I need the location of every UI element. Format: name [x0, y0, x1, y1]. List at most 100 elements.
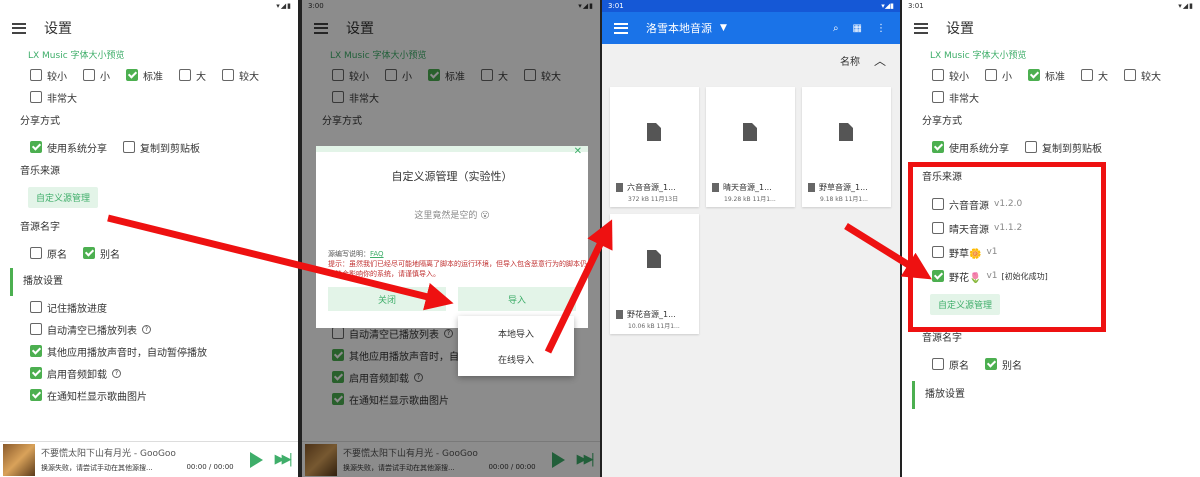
status-time: 3:01: [908, 2, 924, 10]
remember-progress-option[interactable]: 记住播放进度: [30, 296, 107, 318]
menu-icon[interactable]: [614, 22, 628, 34]
file-name: 野草音源_1...: [819, 183, 868, 192]
page-title: 设置: [946, 21, 974, 37]
option-label: 原名: [47, 249, 67, 261]
file-meta: 9.18 kB 11月1...: [820, 196, 868, 203]
help-icon[interactable]: ?: [142, 324, 151, 334]
option-label: 小: [100, 71, 110, 83]
close-icon[interactable]: ✕: [574, 146, 582, 157]
font-size-huge[interactable]: 非常大: [932, 86, 979, 108]
help-icon[interactable]: ?: [112, 368, 121, 378]
name-alias-option[interactable]: 别名: [83, 242, 120, 264]
song-title: 不要慌太阳下山有月光 - GooGoo: [41, 449, 176, 459]
name-original-option[interactable]: 原名: [932, 353, 969, 375]
status-bar: 3:01 ▾◢▮: [602, 0, 900, 12]
name-alias-option[interactable]: 别名: [985, 353, 1022, 375]
settings-screen-1: ▾◢▮ 设置 LX Music 字体大小预览 较小 小 标准 大 较大 非常大 …: [0, 0, 298, 477]
folder-title[interactable]: 洛雪本地音源: [646, 20, 712, 36]
audio-offload-option[interactable]: 启用音频卸载?: [30, 362, 121, 384]
option-label: 较大: [1141, 71, 1161, 83]
font-size-small[interactable]: 小: [985, 64, 1012, 86]
font-size-standard[interactable]: 标准: [126, 64, 163, 86]
custom-source-button[interactable]: 自定义源管理: [28, 187, 99, 208]
menu-item-online-import[interactable]: 在线导入: [458, 346, 574, 372]
checkbox-icon: [179, 69, 191, 81]
option-label: 自动清空已播放列表: [47, 325, 137, 337]
font-size-large[interactable]: 大: [179, 64, 206, 86]
document-icon: [647, 250, 661, 268]
search-icon[interactable]: ⌕: [833, 23, 839, 34]
document-icon: [647, 123, 661, 141]
checkbox-icon: [932, 91, 944, 103]
file-meta: 10.06 kB 11月1...: [628, 323, 680, 330]
font-size-small[interactable]: 小: [83, 64, 110, 86]
close-button[interactable]: 关闭: [328, 287, 446, 311]
checkbox-icon: [985, 69, 997, 81]
checkbox-icon: [123, 141, 135, 153]
checkbox-icon: [30, 247, 42, 259]
status-bar: ▾◢▮: [276, 2, 292, 10]
file-card[interactable]: 野草音源_1... 9.18 kB 11月1...: [802, 87, 891, 207]
font-size-large[interactable]: 大: [1081, 64, 1108, 86]
play-icon[interactable]: [249, 451, 263, 468]
option-label: 较小: [949, 71, 969, 83]
settings-screen-2: 3:00 ▾◢▮ 设置 LX Music 字体大小预览 较小 小 标准 大 较大 …: [302, 0, 600, 477]
menu-icon[interactable]: [914, 22, 928, 34]
pause-on-other-option[interactable]: 其他应用播放声音时，自动暂停播放: [30, 340, 207, 362]
faq-link[interactable]: FAQ: [370, 250, 384, 258]
font-size-smaller[interactable]: 较小: [932, 64, 969, 86]
file-card[interactable]: 晴天音源_1... 19.28 kB 11月1...: [706, 87, 795, 207]
share-clipboard-option[interactable]: 复制到剪贴板: [1025, 136, 1102, 158]
option-label: 其他应用播放声音时，自动暂停播放: [47, 347, 207, 359]
checkbox-checked-icon: [30, 345, 42, 357]
option-label: 复制到剪贴板: [1042, 143, 1102, 155]
menu-icon[interactable]: [12, 22, 26, 34]
file-icon: [616, 310, 623, 319]
menu-item-local-import[interactable]: 本地导入: [458, 320, 574, 346]
share-system-option[interactable]: 使用系统分享: [30, 136, 107, 158]
more-icon[interactable]: ⋮: [876, 23, 886, 34]
font-size-larger[interactable]: 较大: [222, 64, 259, 86]
album-cover: [3, 443, 35, 476]
file-card[interactable]: 野花音源_1... 10.06 kB 11月1...: [610, 214, 699, 334]
warning-text: 提示：虽然我们已经尽可能地隔离了脚本的运行环境，但导入包含恶意行为的脚本仍可能会…: [328, 260, 587, 278]
checkbox-checked-icon: [126, 69, 138, 81]
file-name: 晴天音源_1...: [723, 183, 772, 192]
font-size-larger[interactable]: 较大: [1124, 64, 1161, 86]
chevron-down-icon[interactable]: ▼: [720, 23, 727, 33]
play-section-title: 播放设置: [10, 268, 298, 296]
grid-view-icon[interactable]: ▦: [853, 23, 862, 34]
app-bar: 设置: [0, 12, 298, 44]
share-system-option[interactable]: 使用系统分享: [932, 136, 1009, 158]
file-name: 六音音源_1...: [627, 183, 676, 192]
checkbox-icon: [30, 301, 42, 313]
option-label: 使用系统分享: [949, 143, 1009, 155]
checkbox-icon: [83, 69, 95, 81]
checkbox-checked-icon: [83, 247, 95, 259]
mini-player[interactable]: 不要慌太阳下山有月光 - GooGoo 换源失败，请尝试手动在其他源搜... 00…: [0, 441, 298, 477]
checkbox-checked-icon: [30, 141, 42, 153]
font-size-smaller[interactable]: 较小: [30, 64, 67, 86]
sort-bar[interactable]: 名称 ︿: [602, 44, 900, 76]
next-track-icon[interactable]: ▶▶|: [275, 452, 293, 467]
import-button[interactable]: 导入: [458, 287, 576, 311]
font-size-standard[interactable]: 标准: [1028, 64, 1065, 86]
font-size-huge[interactable]: 非常大: [30, 86, 77, 108]
empty-message: 这里竟然是空的 😮: [414, 211, 490, 221]
name-original-option[interactable]: 原名: [30, 242, 67, 264]
chevron-up-icon[interactable]: ︿: [874, 52, 886, 69]
play-time: 00:00 / 00:00: [186, 463, 234, 471]
file-meta: 372 kB 11月13日: [628, 196, 679, 203]
file-card[interactable]: 六音音源_1... 372 kB 11月13日: [610, 87, 699, 207]
checkbox-checked-icon: [1028, 69, 1040, 81]
notification-cover-option[interactable]: 在通知栏显示歌曲图片: [30, 384, 147, 406]
share-clipboard-option[interactable]: 复制到剪贴板: [123, 136, 200, 158]
checkbox-icon: [30, 69, 42, 81]
option-label: 小: [1002, 71, 1012, 83]
share-section-title: 分享方式: [20, 116, 60, 127]
dialog-note: 源编写说明：FAQ 提示：虽然我们已经尽可能地隔离了脚本的运行环境，但导入包含恶…: [328, 249, 588, 279]
status-bar: 3:01 ▾◢▮: [908, 2, 1194, 10]
checkbox-icon: [1025, 141, 1037, 153]
source-section-title: 音乐来源: [20, 166, 60, 177]
auto-clear-option[interactable]: 自动清空已播放列表?: [30, 318, 151, 340]
